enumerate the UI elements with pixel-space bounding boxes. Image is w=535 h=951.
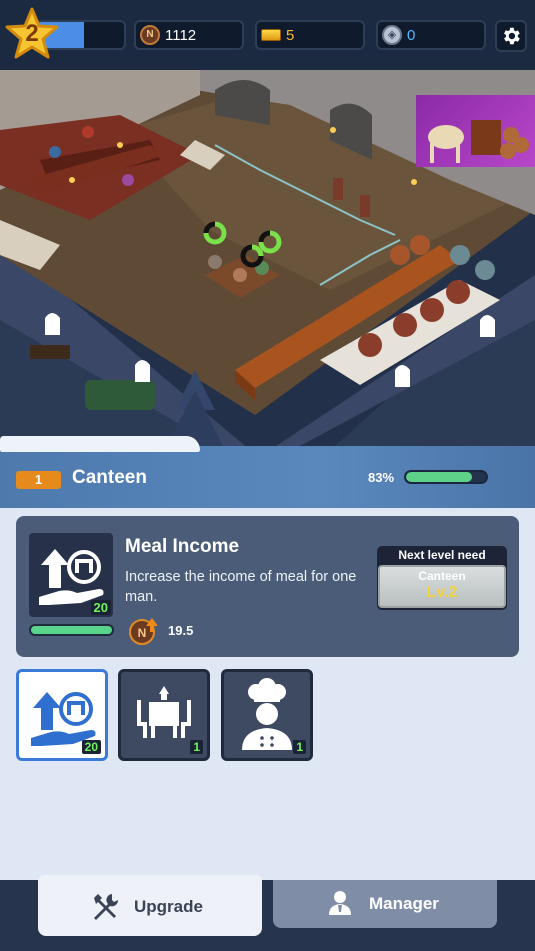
building-progress-fill	[406, 472, 473, 482]
tab-manager-label: Manager	[369, 894, 439, 913]
slot-level: 1	[190, 740, 203, 754]
building-progress-text: 83%	[368, 470, 395, 485]
gold-value: 5	[286, 26, 295, 44]
coins-counter[interactable]: N 1112	[134, 20, 244, 50]
slot-dining-table[interactable]: 1	[118, 669, 210, 761]
requirement-building-name: Canteen	[418, 569, 466, 583]
next-level-label: Next level need	[398, 548, 486, 562]
meal-income-level: 20	[90, 600, 111, 615]
wrench-screwdriver-icon	[94, 894, 119, 920]
slot-level: 1	[293, 740, 306, 754]
player-level-star[interactable]: 2	[4, 6, 60, 62]
svg-text:N: N	[138, 626, 147, 640]
coin-icon: N	[140, 25, 160, 45]
building-title: Canteen	[72, 467, 147, 488]
horse-cart-icon	[428, 120, 529, 163]
slot-chef[interactable]: 1	[221, 669, 313, 761]
tab-upgrade-label: Upgrade	[134, 897, 203, 916]
income-coin-icon: N	[128, 616, 158, 646]
meal-income-progress-bar	[29, 624, 114, 636]
snow-cap	[0, 436, 200, 452]
upgrade-title: Meal Income	[125, 536, 240, 557]
upgrade-description: Increase the income of meal for one man.	[125, 569, 357, 605]
requirement-level: Lv.2	[426, 584, 458, 601]
gold-counter[interactable]: 5	[255, 20, 365, 50]
slot-meal-income[interactable]: 20	[16, 669, 108, 761]
income-value: 19.5	[168, 623, 194, 638]
gem-icon: ◈	[382, 25, 402, 45]
meal-income-icon: 20	[29, 533, 113, 617]
delivery-event-button[interactable]	[416, 95, 535, 167]
manager-person-icon	[329, 891, 351, 915]
building-progress-bar	[404, 470, 488, 484]
gems-counter[interactable]: ◈ 0	[376, 20, 486, 50]
coin-up-arrow-icon: N	[129, 618, 158, 645]
tab-upgrade[interactable]: Upgrade	[38, 875, 262, 936]
coins-value: 1112	[165, 26, 197, 44]
slot-level: 20	[81, 740, 101, 754]
top-bar: 2 N 1112 5 ◈ 0	[0, 0, 535, 70]
tab-manager[interactable]: Manager	[273, 880, 497, 928]
settings-button[interactable]	[495, 20, 527, 52]
gear-icon	[504, 27, 520, 45]
canteen-scene[interactable]	[0, 70, 535, 450]
player-level-value: 2	[25, 20, 39, 47]
gold-bar-icon	[261, 29, 281, 41]
building-level-badge: 1	[16, 471, 61, 489]
gems-value: 0	[407, 26, 416, 44]
